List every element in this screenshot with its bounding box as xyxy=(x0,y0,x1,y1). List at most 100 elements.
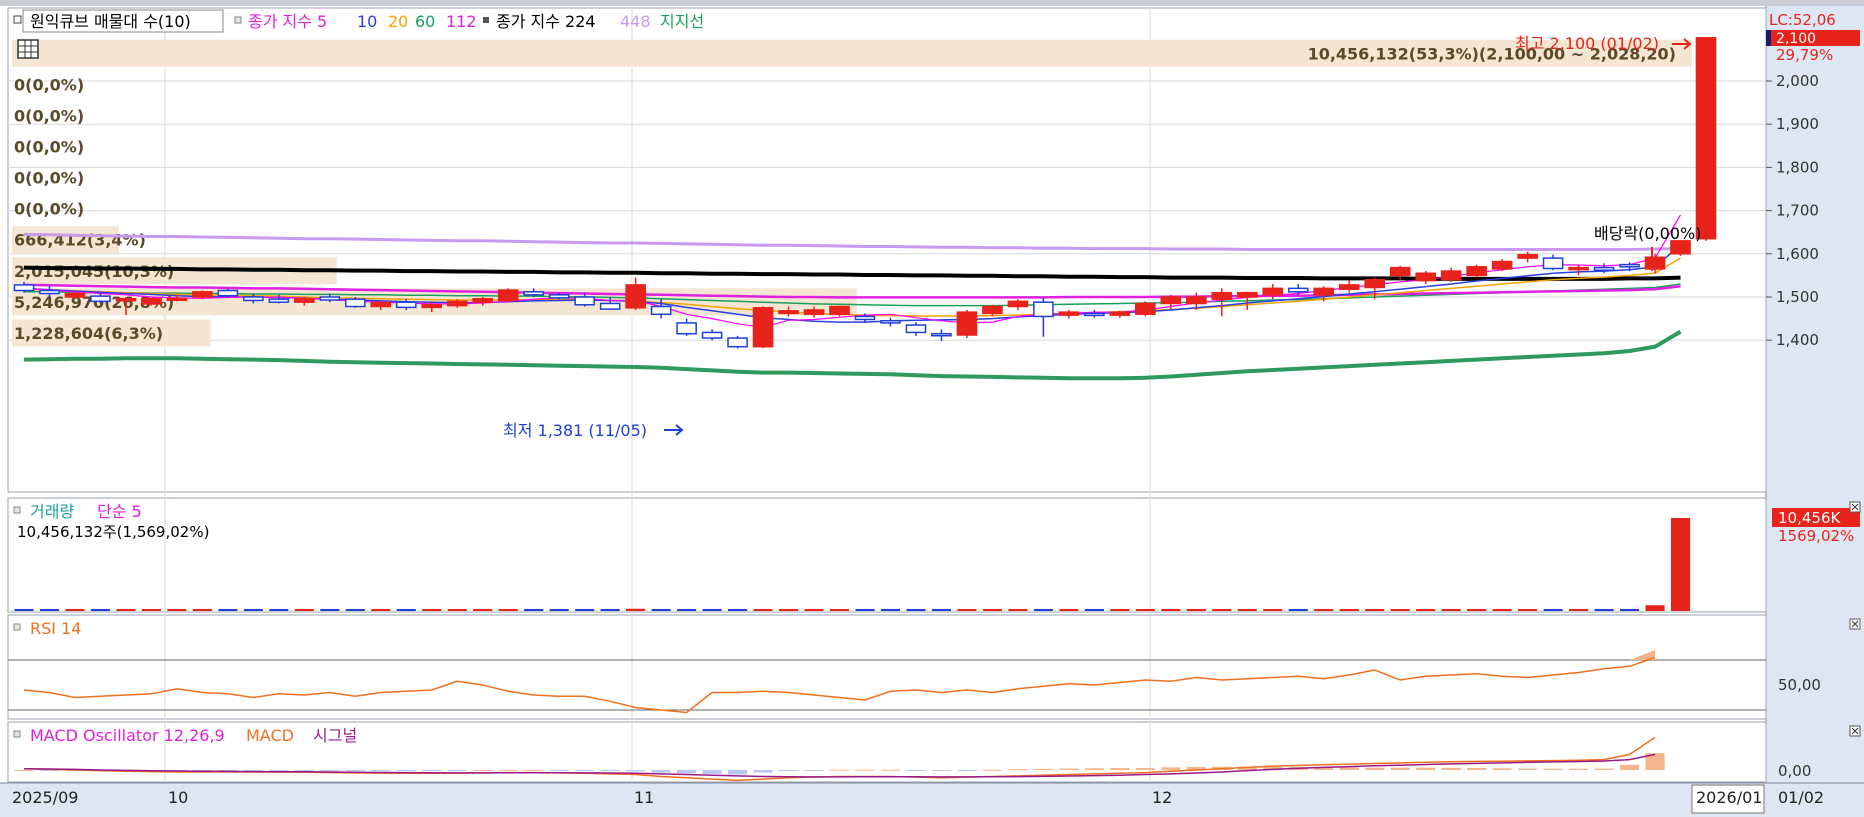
price-tag: 2,100 xyxy=(1776,31,1816,47)
volume-bar xyxy=(1467,609,1487,611)
volume-ma-label: 단순 5 xyxy=(97,502,142,521)
table-icon[interactable] xyxy=(17,39,39,59)
volume-bar xyxy=(1008,609,1028,611)
y-tick-label: 1,500 xyxy=(1776,288,1819,306)
volume-bar xyxy=(243,609,263,611)
volume-bar xyxy=(371,609,391,611)
volume-profile-label: 0(0,0%) xyxy=(14,138,84,157)
candle-body xyxy=(1517,253,1538,259)
stock-chart[interactable]: 10,456,132(53,3%)(2,100,00 ~ 2,028,20)0(… xyxy=(0,0,1864,817)
volume-bar xyxy=(39,609,60,611)
volume-bar xyxy=(1084,609,1104,611)
macd-oscillator-bar xyxy=(626,770,646,772)
candle-body xyxy=(1466,266,1487,277)
candle-body xyxy=(803,309,825,316)
high-annotation: 최고 2,100 (01/02) xyxy=(1515,34,1659,53)
macd-oscillator-bar xyxy=(1543,768,1563,770)
volume-bar xyxy=(1441,609,1461,611)
macd-oscillator-bar xyxy=(1135,768,1155,770)
macd-label: MACD xyxy=(246,726,294,745)
macd-oscillator-bar xyxy=(1008,769,1028,771)
volume-bar xyxy=(1314,609,1334,611)
macd-oscillator-bar xyxy=(320,770,340,771)
macd-oscillator-bar xyxy=(549,770,569,771)
macd-oscillator-bar xyxy=(753,770,773,773)
macd-oscillator-bar xyxy=(677,770,697,774)
candle-body xyxy=(1084,312,1105,317)
macd-oscillator-bar xyxy=(1084,768,1104,770)
candle-body xyxy=(1058,311,1080,316)
legend-checkbox-icon[interactable] xyxy=(13,15,22,24)
volume-bar xyxy=(626,608,646,611)
macd-oscillator-bar xyxy=(957,770,977,771)
volume-bar xyxy=(651,609,671,611)
volume-bar xyxy=(1569,609,1589,611)
candle-body xyxy=(1415,272,1436,282)
legend-ma20: 20 xyxy=(388,12,408,31)
candle-body xyxy=(676,322,697,335)
volume-profile-label: 0(0,0%) xyxy=(14,169,84,188)
volume-bar xyxy=(575,609,595,611)
candle-body xyxy=(1007,300,1029,308)
y-tick-label: 1,800 xyxy=(1776,158,1819,176)
volume-bar xyxy=(931,609,952,611)
legend-support: 지지선 xyxy=(660,12,704,31)
candle-body xyxy=(1389,266,1411,277)
candle-body xyxy=(1542,257,1564,270)
macd-oscillator-bar xyxy=(651,770,671,773)
volume-bar xyxy=(855,609,875,611)
volume-bar xyxy=(1033,609,1053,611)
rsi-close-icon[interactable] xyxy=(1849,618,1861,630)
candle-body xyxy=(1160,296,1182,305)
volume-profile-label: 2,015,045(10,3%) xyxy=(14,262,174,281)
macd-oscillator-bar xyxy=(804,770,824,771)
macd-oscillator-bar xyxy=(524,769,544,771)
volume-title: 거래량 xyxy=(30,502,74,521)
volume-bar xyxy=(1594,609,1614,611)
y-tick-label: 1,400 xyxy=(1776,331,1819,349)
macd-oscillator-bar xyxy=(1161,767,1181,770)
candle-body xyxy=(39,289,60,295)
candle-body xyxy=(141,297,162,305)
volume-bar xyxy=(702,609,722,611)
macd-close-icon[interactable] xyxy=(1849,725,1861,737)
candle-body xyxy=(1491,260,1513,270)
volume-profile-label: 0(0,0%) xyxy=(14,106,84,125)
volume-bar xyxy=(829,609,850,611)
volume-bar xyxy=(1059,609,1079,611)
volume-bar xyxy=(1543,609,1563,611)
macd-oscillator-bar xyxy=(600,770,620,771)
x-axis-panel xyxy=(0,783,1864,817)
volume-bar xyxy=(167,609,187,611)
legend-ma5: 종가 지수 5 xyxy=(248,12,327,31)
macd-oscillator-bar xyxy=(931,770,952,771)
rsi-y-tick: 50,00 xyxy=(1778,676,1821,694)
lc-label: LC:52,06 xyxy=(1769,11,1836,29)
candle-body xyxy=(1262,287,1284,296)
volume-bar xyxy=(906,609,926,611)
candle-body xyxy=(472,297,494,303)
volume-bar xyxy=(804,609,824,611)
volume-profile-label: 0(0,0%) xyxy=(14,200,84,219)
volume-bar xyxy=(1416,609,1436,611)
macd-checkbox-icon[interactable] xyxy=(13,730,21,738)
macd-oscillator-bar xyxy=(829,769,850,771)
legend-ma224-marker-icon xyxy=(483,17,489,23)
macd-oscillator-bar xyxy=(982,769,1002,771)
volume-bar xyxy=(1263,609,1283,611)
volume-bar xyxy=(396,609,416,611)
current-date: 01/02 xyxy=(1778,788,1824,807)
candle-body xyxy=(625,284,646,309)
legend-ma-marker-icon xyxy=(234,16,242,24)
macd-oscillator-bar xyxy=(1594,768,1614,770)
candle-body xyxy=(752,307,774,348)
macd-oscillator-bar xyxy=(778,770,799,772)
volume-checkbox-icon[interactable] xyxy=(13,506,21,514)
candle-body xyxy=(395,301,417,309)
macd-oscillator-bar xyxy=(1518,768,1538,770)
volume-close-icon[interactable] xyxy=(1849,501,1861,513)
candle-body xyxy=(1695,37,1717,240)
x-label-10: 10 xyxy=(168,788,188,807)
rsi-checkbox-icon[interactable] xyxy=(13,623,21,631)
volume-bar xyxy=(1135,609,1155,611)
